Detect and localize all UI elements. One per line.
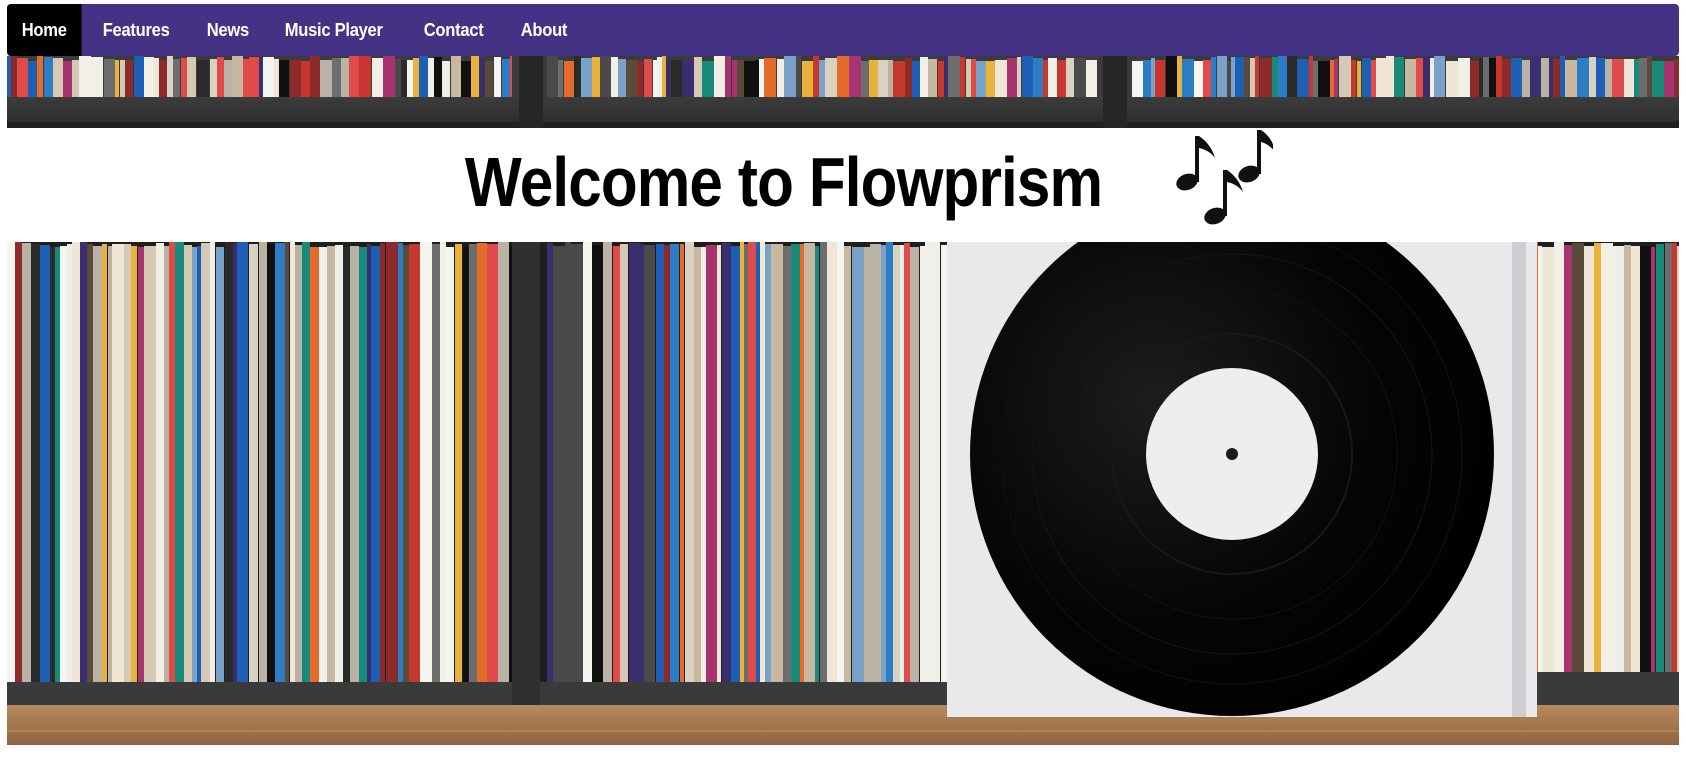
banner-dividers [519,56,1127,128]
shelf-divider [512,242,540,707]
nav-item-home[interactable]: Home [7,4,82,56]
record-spines-right [1532,242,1679,677]
record-spines-left [7,242,512,687]
page-title-text: Welcome to Flowprism [464,143,1103,221]
nav-item-about[interactable]: About [506,4,582,56]
hero-image [7,242,1679,745]
nav-item-contact[interactable]: Contact [409,4,498,56]
main-navbar: Home Features News Music Player Contact … [7,4,1679,56]
vinyl-spindle-hole [1226,448,1238,460]
page-title: Welcome to Flowprism [0,130,1686,234]
nav-item-features[interactable]: Features [88,4,184,56]
record-shelf-banner [7,56,1679,128]
nav-item-news[interactable]: News [192,4,264,56]
vinyl-shelf-illustration [7,242,1679,745]
musical-notes-icon [1169,130,1275,234]
record-spines-middle [547,242,947,687]
nav-item-music-player[interactable]: Music Player [270,4,397,56]
